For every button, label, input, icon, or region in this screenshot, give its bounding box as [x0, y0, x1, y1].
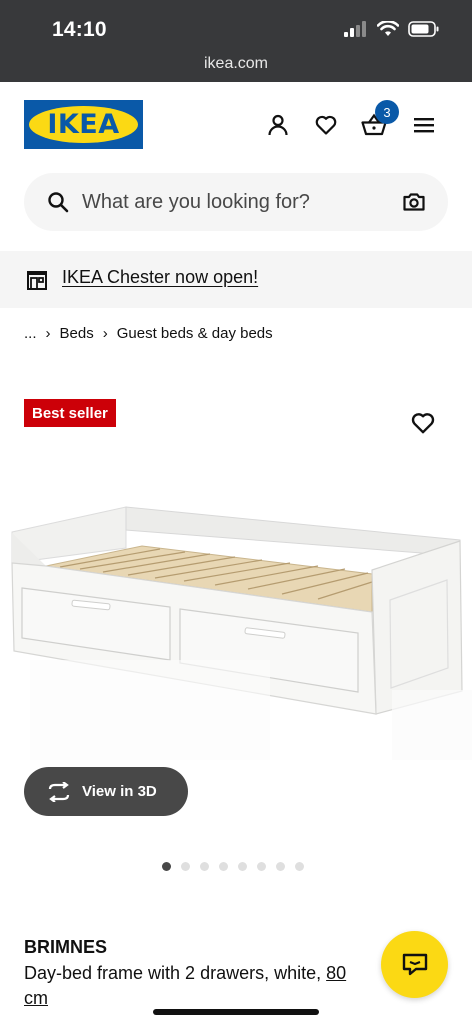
view-in-3d-button[interactable]: View in 3D [24, 767, 188, 816]
battery-icon [408, 21, 439, 37]
image-carousel-dots [162, 862, 304, 871]
view-in-3d-label: View in 3D [82, 783, 157, 800]
person-icon [268, 114, 288, 136]
product-name: BRIMNES [24, 937, 108, 957]
menu-button[interactable] [409, 110, 439, 140]
chevron-right-icon: › [45, 325, 51, 342]
best-seller-badge: Best seller [24, 399, 116, 427]
carousel-dot[interactable] [276, 862, 285, 871]
ikea-logo[interactable]: IKEA [24, 100, 143, 149]
camera-icon[interactable] [402, 190, 426, 214]
carousel-dot[interactable] [181, 862, 190, 871]
chevron-right-icon: › [102, 325, 108, 342]
search-icon [48, 192, 69, 213]
search-bar[interactable] [24, 173, 448, 231]
chat-button[interactable] [381, 931, 448, 998]
breadcrumb: ... › Beds › Guest beds & day beds [24, 325, 273, 342]
cart-count-badge: 3 [375, 100, 399, 124]
wifi-icon [377, 21, 399, 36]
breadcrumb-guest-beds[interactable]: Guest beds & day beds [117, 325, 273, 342]
signal-icon [344, 21, 366, 37]
store-banner: IKEA Chester now open! [0, 251, 472, 308]
breadcrumb-ellipsis[interactable]: ... [24, 325, 37, 342]
product-description-text: Day-bed frame with 2 drawers, white, [24, 963, 327, 983]
product-size-link[interactable]: 80 [326, 963, 346, 983]
heart-icon [315, 115, 337, 135]
store-banner-link[interactable]: IKEA Chester now open! [62, 267, 258, 288]
heart-icon[interactable] [410, 410, 436, 436]
carousel-dot[interactable] [219, 862, 228, 871]
carousel-dot[interactable] [200, 862, 209, 871]
carousel-dot[interactable] [295, 862, 304, 871]
favourites-button[interactable] [311, 110, 341, 140]
home-indicator [153, 1009, 319, 1015]
breadcrumb-beds[interactable]: Beds [60, 325, 94, 342]
product-size-unit[interactable]: cm [24, 988, 48, 1008]
site-header: IKEA [0, 82, 472, 170]
carousel-dot[interactable] [238, 862, 247, 871]
account-button[interactable] [263, 110, 293, 140]
address-bar-url[interactable]: ikea.com [0, 55, 472, 73]
product-image[interactable] [0, 490, 472, 760]
product-description: Day-bed frame with 2 drawers, white, 80 … [24, 961, 384, 1011]
browser-status-bar: 14:10 ikea.com [0, 0, 472, 82]
chat-icon [402, 953, 427, 975]
rotate-3d-icon [48, 781, 70, 802]
store-icon [27, 271, 47, 290]
status-time: 14:10 [52, 18, 107, 41]
search-input[interactable] [82, 173, 382, 231]
carousel-dot[interactable] [257, 862, 266, 871]
logo-text: IKEA [47, 109, 120, 140]
carousel-dot[interactable] [162, 862, 171, 871]
status-icons [344, 21, 440, 37]
menu-icon [414, 118, 434, 133]
